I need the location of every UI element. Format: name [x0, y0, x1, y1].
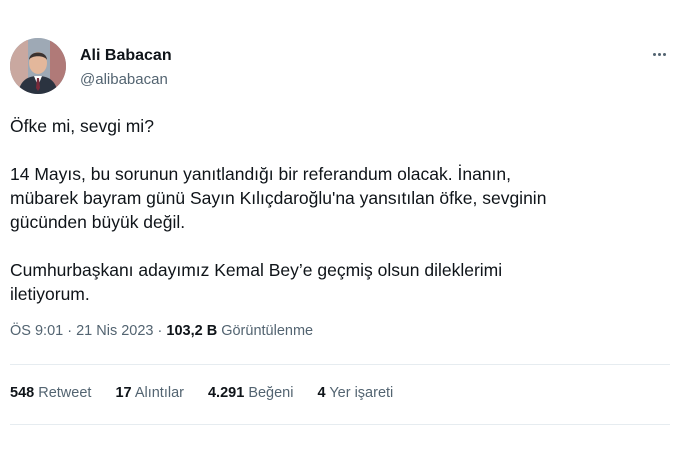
bookmarks-count: 4: [317, 385, 326, 401]
retweets-count: 548: [10, 385, 35, 401]
tweet-date[interactable]: 21 Nis 2023: [76, 323, 153, 339]
tweet-time[interactable]: ÖS 9:01: [10, 323, 63, 339]
likes-count: 4.291: [207, 385, 245, 401]
tweet-text: Öfke mi, sevgi mi? 14 Mayıs, bu sorunun …: [10, 114, 670, 330]
tweet-paragraph: Öfke mi, sevgi mi?: [10, 116, 154, 136]
bookmarks-stat[interactable]: 4 Yer işareti: [317, 385, 393, 401]
meta-separator: ·: [153, 323, 167, 339]
divider: [10, 424, 670, 425]
quotes-label: Alıntılar: [134, 385, 184, 401]
meta-separator: ·: [63, 323, 77, 339]
more-dot: [662, 52, 666, 56]
likes-label: Beğeni: [248, 385, 294, 401]
engagement-stats: 548 Retweet 17 Alıntılar 4.291 Beğeni 4 …: [10, 385, 393, 401]
views-count: 103,2 B: [166, 323, 218, 339]
bookmarks-label: Yer işareti: [329, 385, 394, 401]
user-handle[interactable]: @alibabacan: [80, 71, 168, 88]
avatar-photo: [10, 38, 66, 94]
divider: [10, 364, 670, 365]
retweets-stat[interactable]: 548 Retweet: [10, 385, 91, 401]
retweets-label: Retweet: [38, 385, 92, 401]
views-label: Görüntülenme: [221, 323, 314, 339]
likes-stat[interactable]: 4.291 Beğeni: [208, 385, 293, 401]
more-dot: [652, 52, 656, 56]
user-display-name[interactable]: Ali Babacan: [80, 47, 172, 65]
tweet-paragraph: 14 Mayıs, bu sorunun yanıtlandığı bir re…: [10, 164, 547, 232]
more-dot: [657, 52, 661, 56]
more-horizontal-icon[interactable]: [644, 44, 674, 64]
quotes-stat[interactable]: 17 Alıntılar: [115, 385, 184, 401]
quotes-count: 17: [115, 385, 132, 401]
avatar[interactable]: [10, 38, 66, 94]
tweet-header: Ali Babacan @alibabacan: [10, 38, 674, 100]
tweet-metadata: ÖS 9:01 · 21 Nis 2023 · 103,2 B Görüntül…: [10, 323, 313, 339]
tweet-paragraph: Cumhurbaşkanı adayımız Kemal Bey’e geçmi…: [10, 260, 503, 304]
